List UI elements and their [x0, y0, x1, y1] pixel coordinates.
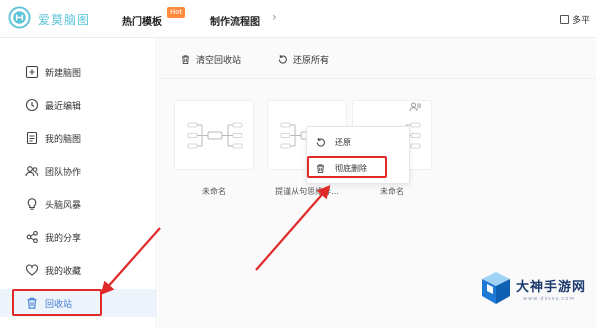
watermark: 大神手游网 www.dsssv.com	[478, 266, 596, 316]
watermark-title: 大神手游网	[516, 280, 587, 295]
cube-logo-icon	[482, 272, 510, 304]
watermark-url: www.dsssv.com	[523, 296, 576, 302]
arrow-to-delete	[255, 185, 331, 271]
arrow-to-trash	[100, 227, 161, 295]
